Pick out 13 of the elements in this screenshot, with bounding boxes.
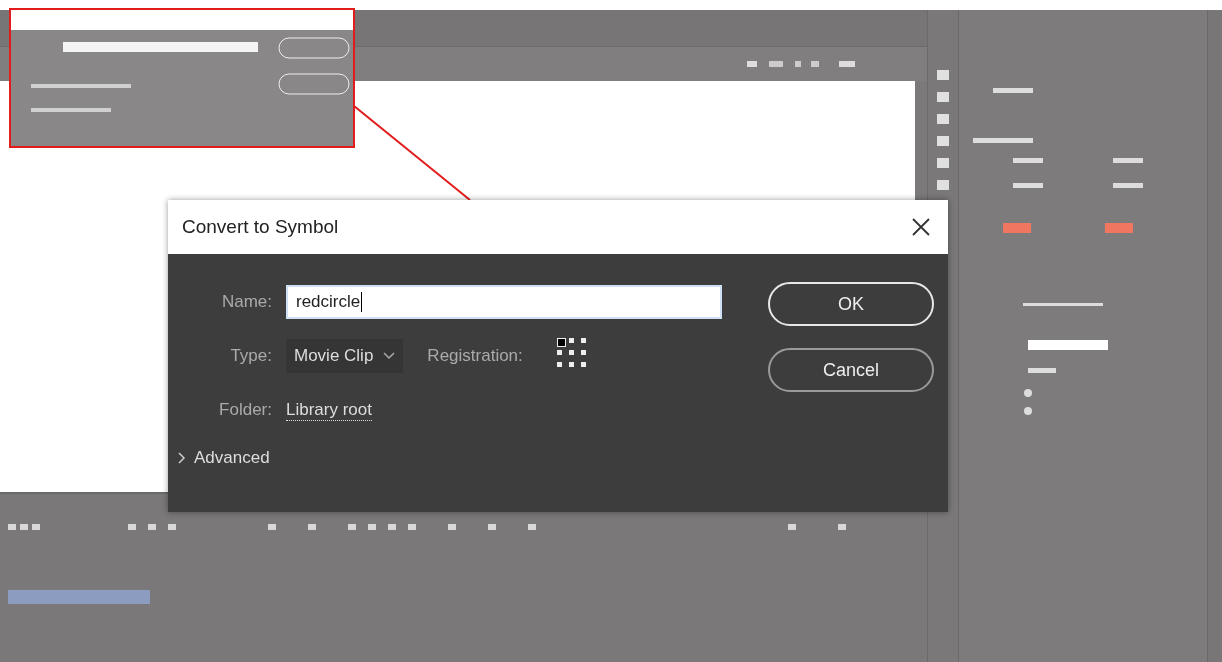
name-field[interactable]: redcircle	[286, 285, 722, 319]
cancel-button[interactable]: Cancel	[768, 348, 934, 392]
type-label: Type:	[229, 346, 273, 366]
chevron-down-icon	[383, 352, 396, 360]
dialog-title: Convert to Symbol	[182, 216, 339, 238]
ok-button[interactable]: OK	[768, 282, 934, 326]
folder-link[interactable]: Library root	[286, 399, 372, 421]
registration-label: Registration:	[427, 346, 523, 366]
chevron-right-icon	[178, 452, 186, 464]
folder-label: Folder:	[218, 400, 273, 420]
advanced-toggle[interactable]: Advanced	[178, 448, 270, 468]
name-label: Name:	[220, 292, 273, 312]
type-dropdown[interactable]: Movie Clip	[286, 339, 404, 373]
